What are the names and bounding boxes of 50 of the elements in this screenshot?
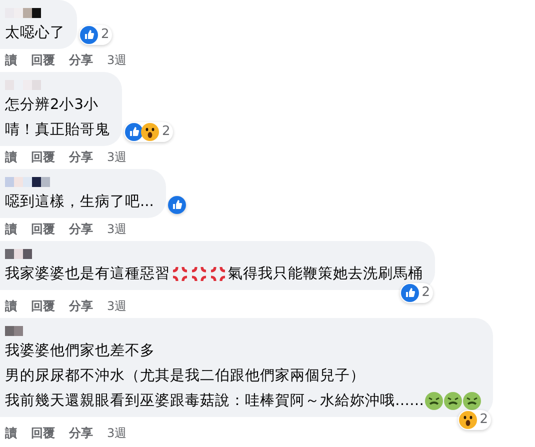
blurred-name-icon xyxy=(5,249,32,259)
action-link[interactable]: 讀 xyxy=(5,298,17,314)
comment-text: 啨！真正貽哥鬼 xyxy=(5,121,110,140)
reaction-badge[interactable] xyxy=(168,196,186,214)
comment-text: 男的尿尿都不沖水（尤其是我二伯跟他們家兩個兒子） xyxy=(5,366,365,386)
comment-text: 太噁心了 xyxy=(5,24,65,43)
timestamp-link[interactable]: 3週 xyxy=(107,425,127,441)
comment-text: 我家婆婆也是有這種惡習 xyxy=(5,264,170,284)
timestamp-link[interactable]: 3週 xyxy=(107,298,127,314)
blurred-name-icon xyxy=(5,326,23,336)
comment-text: 我婆婆他們家也差不多 xyxy=(5,342,155,361)
reaction-badge[interactable]: 2 xyxy=(458,410,491,430)
action-link[interactable]: 分享 xyxy=(69,149,93,165)
action-link[interactable]: 分享 xyxy=(69,425,93,441)
timestamp-link[interactable]: 3週 xyxy=(107,221,127,237)
action-link[interactable]: 回覆 xyxy=(31,298,55,314)
blurred-name-icon xyxy=(5,8,41,18)
comment-text: 噁到這樣，生病了吧... xyxy=(5,192,154,212)
comment-text: 怎分辨2小3小 xyxy=(5,96,98,115)
action-link[interactable]: 讀 xyxy=(5,425,17,441)
sick-face-icon xyxy=(425,392,443,410)
like-icon xyxy=(80,26,98,44)
action-link[interactable]: 讀 xyxy=(5,52,17,68)
like-icon xyxy=(168,196,186,214)
surprised-face-icon xyxy=(141,123,159,141)
action-link[interactable]: 分享 xyxy=(69,52,93,68)
timestamp-link[interactable]: 3週 xyxy=(107,149,127,165)
comment-text: 氣得我只能鞭策她去洗刷馬桶 xyxy=(228,265,423,284)
action-link[interactable]: 回覆 xyxy=(31,425,55,441)
anger-symbol-icon xyxy=(209,265,227,283)
anger-symbol-icon xyxy=(190,265,208,283)
action-link[interactable]: 讀 xyxy=(5,221,17,237)
reaction-badge[interactable]: 2 xyxy=(79,25,112,45)
action-link[interactable]: 讀 xyxy=(5,149,17,165)
reaction-badge[interactable]: 2 xyxy=(400,283,433,303)
action-link[interactable]: 回覆 xyxy=(31,221,55,237)
like-icon xyxy=(400,284,419,302)
surprised-face-icon xyxy=(458,411,477,429)
sick-face-icon xyxy=(444,392,462,410)
anger-symbol-icon xyxy=(171,265,189,283)
action-link[interactable]: 分享 xyxy=(69,298,93,314)
action-link[interactable]: 回覆 xyxy=(31,52,55,68)
action-link[interactable]: 回覆 xyxy=(31,149,55,165)
reaction-badge[interactable]: 2 xyxy=(124,122,174,142)
sick-face-icon xyxy=(463,392,481,410)
blurred-name-icon xyxy=(5,177,50,187)
timestamp-link[interactable]: 3週 xyxy=(107,52,127,68)
comment-text: 我前幾天還親眼看到巫婆跟毒菇說：哇棒賀阿～水給妳沖哦…… xyxy=(5,392,424,411)
like-icon xyxy=(125,123,143,141)
action-link[interactable]: 分享 xyxy=(69,221,93,237)
